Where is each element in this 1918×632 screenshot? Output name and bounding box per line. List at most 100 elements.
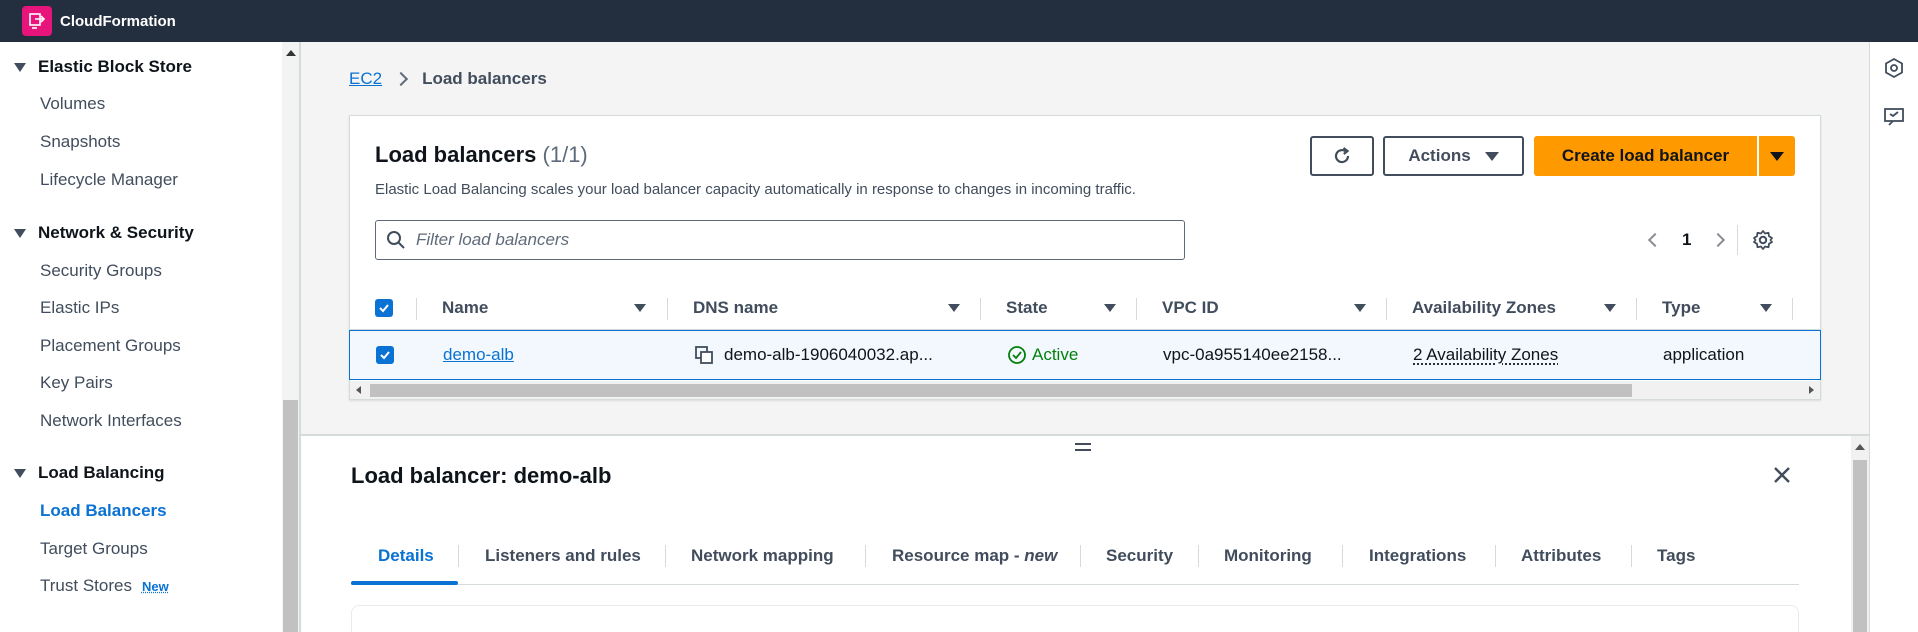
column-separator[interactable] bbox=[1792, 298, 1793, 320]
filter-input[interactable] bbox=[416, 230, 1156, 250]
select-all-checkbox[interactable] bbox=[375, 299, 393, 317]
sidebar-item-network-interfaces[interactable]: Network Interfaces bbox=[40, 409, 182, 433]
chevron-right-icon bbox=[394, 71, 409, 87]
column-separator[interactable] bbox=[980, 298, 981, 320]
caret-down-icon bbox=[1770, 151, 1784, 161]
sort-icon[interactable] bbox=[948, 304, 960, 312]
refresh-icon bbox=[1334, 147, 1350, 164]
tab-attributes[interactable]: Attributes bbox=[1521, 527, 1601, 585]
sidebar-scrollbar[interactable] bbox=[282, 42, 299, 632]
sort-icon[interactable] bbox=[634, 304, 646, 312]
tab-monitoring[interactable]: Monitoring bbox=[1224, 527, 1312, 585]
column-separator[interactable] bbox=[1136, 298, 1137, 320]
create-load-balancer-button[interactable]: Create load balancer bbox=[1534, 136, 1757, 176]
app-title[interactable]: CloudFormation bbox=[60, 13, 176, 30]
tab-tags[interactable]: Tags bbox=[1657, 527, 1695, 585]
column-header-state[interactable]: State bbox=[1006, 286, 1048, 330]
sidebar-section-network-security[interactable]: Network & Security bbox=[14, 220, 194, 246]
sidebar-item-target-groups[interactable]: Target Groups bbox=[40, 537, 148, 561]
page-number[interactable]: 1 bbox=[1682, 230, 1691, 250]
details-title: Load balancer: demo-alb bbox=[351, 463, 612, 488]
tab-security[interactable]: Security bbox=[1106, 527, 1173, 585]
table-scroll-thumb[interactable] bbox=[370, 384, 1632, 397]
breadcrumb-current: Load balancers bbox=[422, 69, 547, 88]
drag-handle-icon[interactable] bbox=[1075, 443, 1091, 455]
pager-divider bbox=[1737, 225, 1739, 255]
tab-listeners-and-rules[interactable]: Listeners and rules bbox=[485, 527, 641, 585]
sidebar-section-load-balancing[interactable]: Load Balancing bbox=[14, 460, 165, 486]
feedback-icon[interactable] bbox=[1883, 106, 1905, 128]
sidebar-item-placement-groups[interactable]: Placement Groups bbox=[40, 334, 181, 358]
table-header: Name DNS name State VPC ID Availability … bbox=[350, 286, 1820, 330]
page-title: Load balancers (1/1) bbox=[375, 142, 588, 167]
sidebar-item-security-groups[interactable]: Security Groups bbox=[40, 259, 162, 283]
sidebar-item-key-pairs[interactable]: Key Pairs bbox=[40, 371, 113, 395]
scroll-right-icon[interactable] bbox=[1809, 386, 1814, 394]
tab-separator bbox=[865, 545, 866, 567]
actions-button[interactable]: Actions bbox=[1383, 136, 1524, 176]
cloudformation-logo-icon[interactable] bbox=[22, 6, 52, 36]
scroll-left-icon[interactable] bbox=[356, 386, 361, 394]
details-scroll-thumb[interactable] bbox=[1853, 460, 1867, 632]
sidebar-item-lifecycle-manager[interactable]: Lifecycle Manager bbox=[40, 168, 178, 192]
sidebar-item-trust-stores[interactable]: Trust Stores New bbox=[40, 574, 169, 598]
column-header-name[interactable]: Name bbox=[442, 286, 488, 330]
copy-icon[interactable] bbox=[694, 345, 714, 365]
tab-separator bbox=[665, 545, 666, 567]
breadcrumb-ec2[interactable]: EC2 bbox=[349, 69, 382, 89]
column-separator[interactable] bbox=[1636, 298, 1637, 320]
sort-icon[interactable] bbox=[1760, 304, 1772, 312]
sort-icon[interactable] bbox=[1354, 304, 1366, 312]
row-checkbox[interactable] bbox=[376, 346, 394, 364]
chevron-left-icon[interactable] bbox=[1647, 232, 1663, 248]
column-header-type[interactable]: Type bbox=[1662, 286, 1700, 330]
row-vpc-id: vpc-0a955140ee2158... bbox=[1163, 345, 1342, 364]
column-header-dns-name[interactable]: DNS name bbox=[693, 286, 778, 330]
column-separator[interactable] bbox=[1386, 298, 1387, 320]
search-icon bbox=[387, 231, 405, 249]
chevron-right-icon[interactable] bbox=[1711, 232, 1726, 248]
close-icon[interactable] bbox=[1771, 464, 1793, 486]
scroll-up-icon[interactable] bbox=[1855, 444, 1865, 450]
tab-separator bbox=[458, 545, 459, 567]
details-scrollbar[interactable] bbox=[1851, 436, 1869, 632]
sidebar-item-volumes[interactable]: Volumes bbox=[40, 92, 105, 116]
column-header-vpc-id[interactable]: VPC ID bbox=[1162, 286, 1219, 330]
table-horizontal-scrollbar[interactable] bbox=[350, 381, 1820, 399]
checkmark-icon bbox=[380, 351, 390, 360]
create-options-dropdown-button[interactable] bbox=[1759, 136, 1795, 176]
sidebar-item-load-balancers[interactable]: Load Balancers bbox=[40, 499, 167, 523]
row-availability-zones[interactable]: 2 Availability Zones bbox=[1413, 331, 1558, 379]
tab-separator bbox=[1198, 545, 1199, 567]
sort-icon[interactable] bbox=[1604, 304, 1616, 312]
split-panel-border bbox=[301, 434, 1869, 436]
checkmark-icon bbox=[379, 304, 389, 313]
breadcrumb: EC2 Load balancers bbox=[349, 69, 547, 89]
filter-field[interactable] bbox=[375, 220, 1185, 260]
caret-down-icon bbox=[1484, 151, 1499, 161]
tab-details[interactable]: Details bbox=[378, 527, 434, 585]
active-tab-indicator bbox=[351, 581, 458, 585]
scroll-up-icon[interactable] bbox=[286, 50, 296, 56]
pagination: 1 bbox=[1647, 220, 1774, 260]
sidebar-item-elastic-ips[interactable]: Elastic IPs bbox=[40, 296, 119, 320]
sidebar-item-snapshots[interactable]: Snapshots bbox=[40, 130, 120, 154]
tab-integrations[interactable]: Integrations bbox=[1369, 527, 1466, 585]
details-tabs: Details Listeners and rules Network mapp… bbox=[351, 527, 1799, 585]
column-separator[interactable] bbox=[667, 298, 668, 320]
sort-icon[interactable] bbox=[1104, 304, 1116, 312]
refresh-button[interactable] bbox=[1310, 136, 1374, 176]
hexagon-info-icon[interactable] bbox=[1883, 57, 1905, 79]
tab-resource-map[interactable]: Resource map - new bbox=[892, 527, 1057, 585]
sidebar-section-elastic-block-store[interactable]: Elastic Block Store bbox=[14, 54, 192, 80]
new-badge: New bbox=[141, 579, 169, 594]
load-balancers-panel: Load balancers (1/1) Elastic Load Balanc… bbox=[349, 115, 1821, 400]
row-name-link[interactable]: demo-alb bbox=[443, 331, 514, 379]
selection-count: (1/1) bbox=[542, 142, 588, 167]
sidebar-scroll-thumb[interactable] bbox=[283, 400, 298, 632]
caret-down-icon bbox=[14, 228, 26, 238]
tab-network-mapping[interactable]: Network mapping bbox=[691, 527, 834, 585]
gear-icon[interactable] bbox=[1752, 229, 1774, 251]
table-row[interactable]: demo-alb demo-alb-1906040032.ap... Activ… bbox=[349, 330, 1821, 380]
column-header-availability-zones[interactable]: Availability Zones bbox=[1412, 286, 1556, 330]
